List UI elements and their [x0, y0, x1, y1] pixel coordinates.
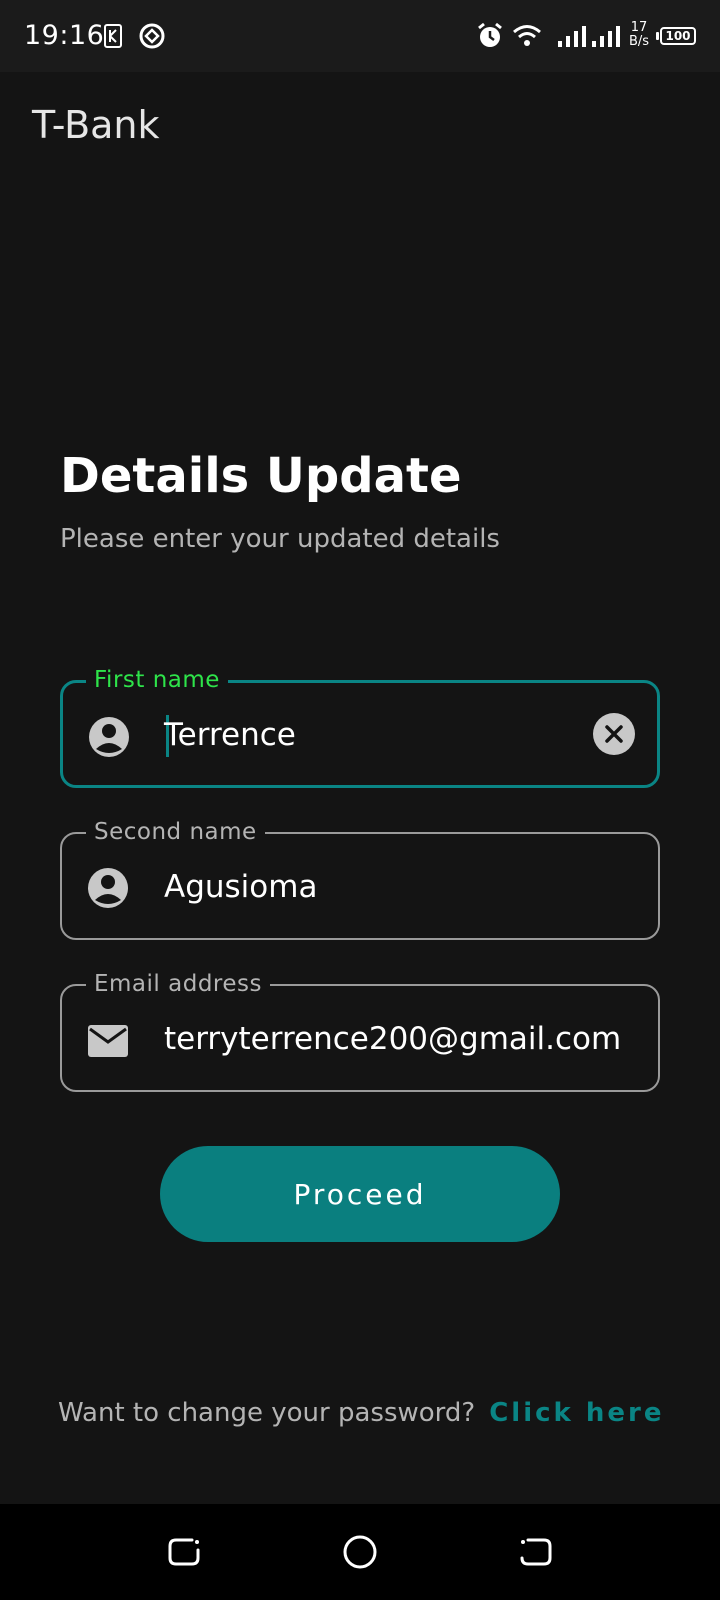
back-icon[interactable]	[518, 1534, 554, 1570]
first-name-input[interactable]: Terrence	[164, 717, 296, 753]
close-icon	[605, 725, 623, 743]
alarm-icon	[478, 22, 502, 47]
email-field[interactable]: Email address terryterrence200@gmail.com	[60, 971, 660, 1092]
battery-tip	[656, 32, 659, 40]
email-label: Email address	[86, 971, 270, 997]
app-title: T-Bank	[32, 103, 160, 147]
footer-prompt-text: Want to change your password?	[58, 1398, 476, 1428]
clear-icon[interactable]	[593, 713, 635, 755]
person-icon	[88, 868, 128, 908]
network-speed-unit: B/s	[628, 34, 650, 49]
sim-card-icon	[104, 24, 122, 48]
first-name-field[interactable]: First name Terrence	[60, 667, 660, 788]
password-change-prompt: Want to change your password? Click here	[58, 1398, 664, 1428]
second-name-field[interactable]: Second name Agusioma	[60, 819, 660, 940]
signal-icon	[592, 26, 620, 47]
change-password-link[interactable]: Click here	[489, 1398, 664, 1428]
email-input[interactable]: terryterrence200@gmail.com	[164, 1021, 621, 1057]
signal-icon	[558, 26, 586, 47]
mail-icon	[88, 1025, 128, 1057]
second-name-label: Second name	[86, 819, 265, 845]
network-speed-value: 17	[630, 20, 648, 35]
page-subtitle: Please enter your updated details	[60, 524, 500, 554]
status-time: 19:16	[24, 20, 105, 51]
battery-icon: 100	[660, 27, 696, 45]
recents-icon[interactable]	[166, 1534, 202, 1570]
navigation-bar	[0, 1504, 720, 1600]
wifi-icon	[513, 25, 541, 46]
assistant-icon	[139, 23, 165, 49]
second-name-input[interactable]: Agusioma	[164, 869, 317, 905]
person-icon	[89, 717, 129, 757]
page-title: Details Update	[60, 448, 462, 504]
status-bar: 19:16 17 B/s 100	[0, 0, 720, 72]
network-speed: 17 B/s	[624, 21, 654, 49]
home-icon[interactable]	[342, 1534, 378, 1570]
proceed-button[interactable]: Proceed	[160, 1146, 560, 1242]
first-name-label: First name	[86, 667, 228, 693]
